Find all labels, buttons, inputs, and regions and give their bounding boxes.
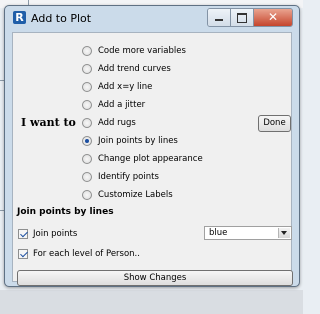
radio-button[interactable] [82, 46, 92, 56]
option-label: Change plot appearance [98, 154, 203, 164]
option-add-trend-curves[interactable]: Add trend curves [82, 62, 171, 76]
radio-button[interactable] [82, 118, 92, 128]
join-points-checkbox-row[interactable]: Join points [18, 227, 77, 240]
show-changes-button[interactable]: Show Changes [17, 270, 293, 286]
option-change-plot-appearance[interactable]: Change plot appearance [82, 152, 203, 166]
per-level-label: For each level of Person.. [33, 248, 140, 259]
option-add-xy-line[interactable]: Add x=y line [82, 80, 152, 94]
radio-button[interactable] [82, 100, 92, 110]
line-color-select[interactable]: blue [204, 226, 292, 240]
option-customize-labels[interactable]: Customize Labels [82, 188, 173, 202]
option-label: Add rugs [98, 118, 136, 128]
join-points-checkbox[interactable] [18, 228, 28, 239]
option-add-jitter[interactable]: Add a jitter [82, 98, 145, 112]
chevron-down-icon[interactable] [278, 228, 290, 238]
radio-button[interactable] [82, 172, 92, 182]
option-join-points-by-lines[interactable]: Join points by lines [82, 134, 178, 148]
line-color-value: blue [209, 228, 228, 238]
per-level-checkbox-row[interactable]: For each level of Person.. [18, 247, 140, 260]
radio-button[interactable] [82, 64, 92, 74]
radio-button[interactable] [82, 190, 92, 200]
dialog-content: Code more variables Add trend curves Add… [12, 32, 292, 282]
title-bar[interactable]: R Add to Plot ✕ [5, 6, 299, 30]
option-label: Code more variables [98, 46, 186, 56]
option-add-rugs[interactable]: Add rugs [82, 116, 136, 130]
done-button[interactable]: Done [258, 115, 291, 132]
add-to-plot-dialog: R Add to Plot ✕ Code more variables Add … [4, 5, 300, 287]
section-title: Join points by lines [17, 207, 114, 217]
option-code-more-variables[interactable]: Code more variables [82, 44, 186, 58]
close-button[interactable]: ✕ [253, 9, 292, 26]
background-panel [0, 290, 303, 314]
option-label: Identify points [98, 172, 159, 182]
radio-button[interactable] [82, 82, 92, 92]
radio-button[interactable] [82, 154, 92, 164]
close-icon: ✕ [267, 10, 279, 24]
window-controls: ✕ [207, 8, 293, 27]
r-app-icon: R [13, 11, 26, 24]
option-identify-points[interactable]: Identify points [82, 170, 159, 184]
join-points-label: Join points [33, 228, 78, 239]
option-label: Add x=y line [98, 82, 153, 92]
option-label: Join points by lines [98, 136, 178, 146]
option-label: Add trend curves [98, 64, 171, 74]
radio-button-selected[interactable] [82, 136, 92, 146]
per-level-checkbox[interactable] [18, 248, 28, 259]
maximize-button[interactable] [230, 9, 253, 26]
option-label: Customize Labels [98, 190, 173, 200]
minimize-button[interactable] [208, 9, 230, 26]
prompt-label: I want to [21, 116, 76, 129]
minimize-icon [215, 19, 223, 21]
maximize-icon [237, 13, 247, 23]
window-title: Add to Plot [31, 12, 92, 25]
option-label: Add a jitter [98, 100, 146, 110]
